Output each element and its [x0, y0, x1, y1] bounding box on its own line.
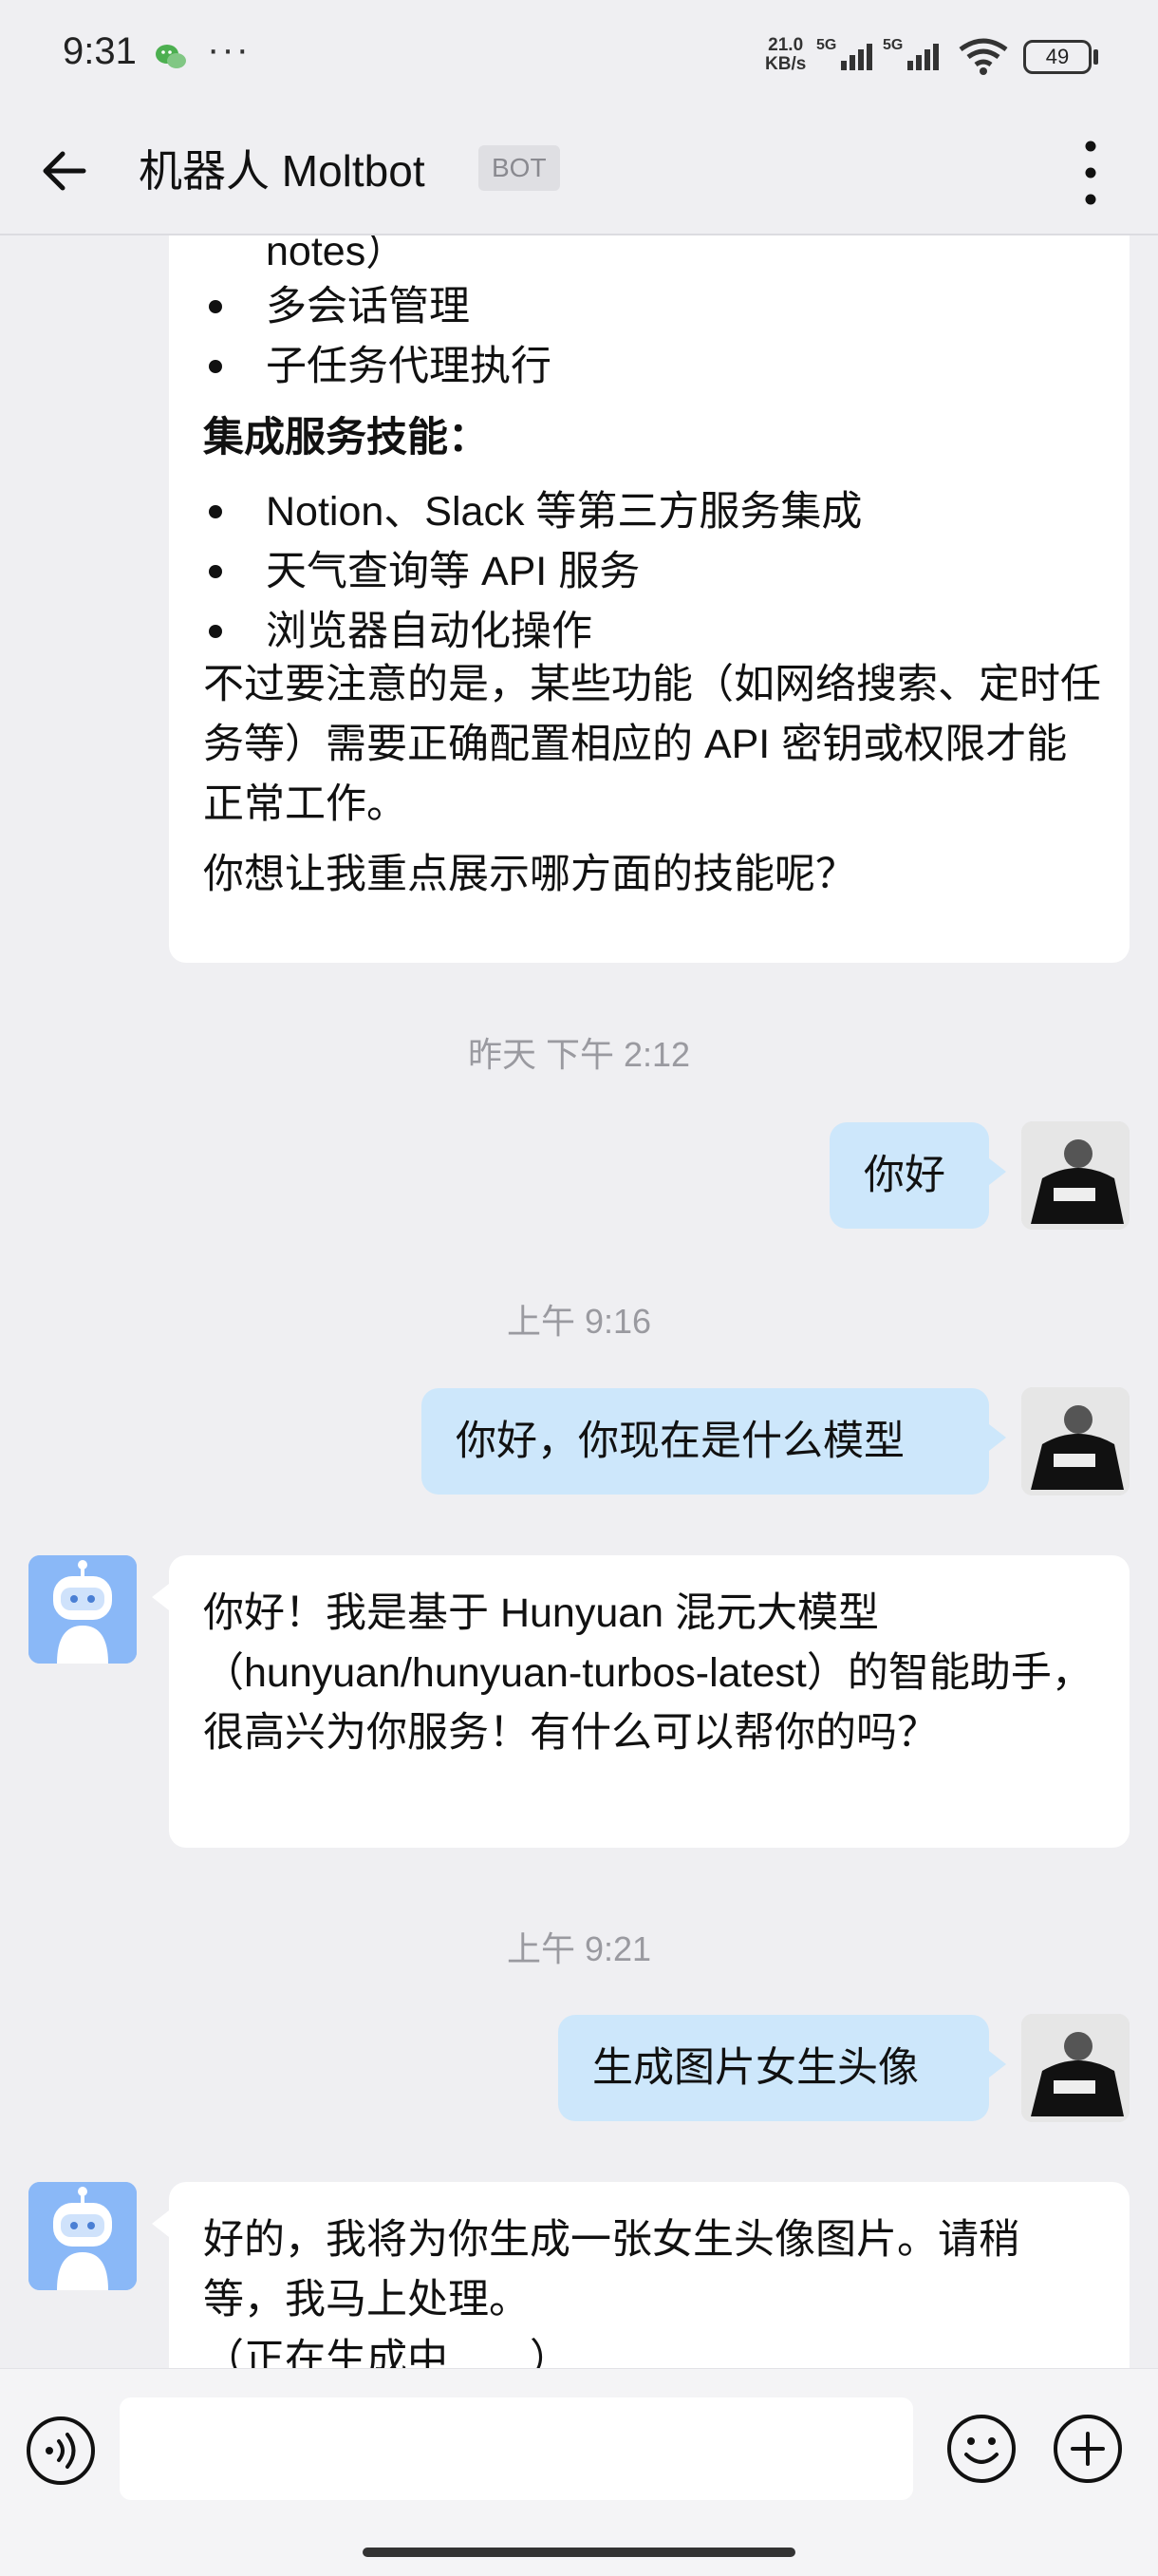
more-vertical-icon[interactable]: [1067, 137, 1114, 209]
bullet-dot: [209, 360, 222, 373]
chat-header: 机器人 Moltbot BOT: [0, 114, 1158, 235]
wechat-icon: [156, 45, 186, 68]
user-avatar-image: [1021, 1387, 1130, 1495]
signal-icon: 5G: [816, 37, 872, 70]
user-message-bubble[interactable]: 你好: [830, 1122, 989, 1229]
robot-avatar-icon: [28, 1555, 137, 1664]
chat-title: 机器人 Moltbot: [139, 146, 425, 196]
robot-avatar-icon: [28, 2182, 137, 2290]
list-item-text: 多会话管理: [266, 284, 470, 329]
user-message-bubble[interactable]: 你好，你现在是什么模型: [421, 1388, 989, 1495]
input-bar: [0, 2368, 1158, 2576]
status-time: 9:31: [63, 30, 137, 72]
emoji-icon[interactable]: [945, 2413, 1018, 2485]
user-avatar[interactable]: [1021, 1121, 1130, 1230]
bubble-tail: [989, 1424, 1006, 1451]
user-avatar[interactable]: [1021, 1387, 1130, 1495]
list-item-text: 天气查询等 API 服务: [266, 549, 641, 594]
bot-message-bubble[interactable]: notes） 多会话管理 子任务代理执行 集成服务技能： Notion、Slac…: [169, 235, 1130, 963]
timestamp: 上午 9:21: [506, 1929, 652, 1968]
bot-message-bubble[interactable]: 好的，我将为你生成一张女生头像图片。请稍等，我马上处理。 （正在生成中……）: [169, 2182, 1130, 2368]
bullet-dot: [209, 565, 222, 578]
bubble-tail: [152, 2210, 169, 2237]
user-avatar-image: [1021, 2014, 1130, 2122]
signal-1-label: 5G: [816, 37, 836, 53]
bullet-dot: [209, 505, 222, 518]
wifi-icon: [959, 38, 1008, 75]
bullet-dot: [209, 625, 222, 638]
user-avatar[interactable]: [1021, 2014, 1130, 2122]
battery-level: 49: [1045, 45, 1070, 68]
status-more-dots: ···: [207, 28, 251, 70]
user-avatar-image: [1021, 1121, 1130, 1230]
bubble-tail: [989, 2051, 1006, 2078]
status-bar: 9:31 ··· 21.0 KB/s 5G 5G 49: [0, 0, 1158, 114]
bot-avatar[interactable]: [28, 2182, 137, 2290]
list-item-text: Notion、Slack 等第三方服务集成: [266, 489, 863, 535]
message-question: 你想让我重点展示哪方面的技能呢？: [203, 852, 856, 897]
signal-icon: 5G: [883, 37, 939, 70]
bot-message-bubble[interactable]: 你好！我是基于 Hunyuan 混元大模型（hunyuan/hunyuan-tu…: [169, 1555, 1130, 1848]
bubble-tail: [989, 1158, 1006, 1185]
plus-icon[interactable]: [1052, 2413, 1124, 2485]
bot-avatar[interactable]: [28, 1555, 137, 1664]
bubble-tail: [152, 1584, 169, 1610]
bot-badge: BOT: [478, 145, 560, 191]
list-item-text: 子任务代理执行: [266, 344, 551, 389]
bot-message-status: （正在生成中……）: [203, 2337, 570, 2368]
home-indicator[interactable]: [363, 2548, 795, 2557]
section-heading: 集成服务技能：: [203, 415, 489, 461]
voice-icon[interactable]: [25, 2415, 97, 2487]
battery-tip: [1093, 49, 1098, 65]
bullet-dot: [209, 300, 222, 313]
signal-2-label: 5G: [883, 37, 903, 53]
user-message-bubble[interactable]: 生成图片女生头像: [558, 2015, 989, 2121]
network-speed: 21.0 KB/s: [765, 35, 807, 74]
message-input[interactable]: [120, 2397, 913, 2500]
timestamp: 昨天 下午 2:12: [467, 1035, 691, 1074]
list-item-text: 浏览器自动化操作: [266, 609, 592, 654]
battery-icon: 49: [1023, 40, 1092, 74]
message-list[interactable]: notes） 多会话管理 子任务代理执行 集成服务技能： Notion、Slac…: [0, 235, 1158, 2368]
message-paragraph: 不过要注意的是，某些功能（如网络搜索、定时任务等）需要正确配置相应的 API 密…: [203, 662, 1101, 827]
timestamp: 上午 9:16: [506, 1302, 652, 1341]
list-item-text: notes）: [266, 235, 407, 274]
back-arrow-icon[interactable]: [34, 141, 95, 201]
bot-message-text: 好的，我将为你生成一张女生头像图片。请稍等，我马上处理。: [203, 2217, 1019, 2322]
bot-message-text: 你好！我是基于 Hunyuan 混元大模型（hunyuan/hunyuan-tu…: [203, 1590, 1093, 1756]
